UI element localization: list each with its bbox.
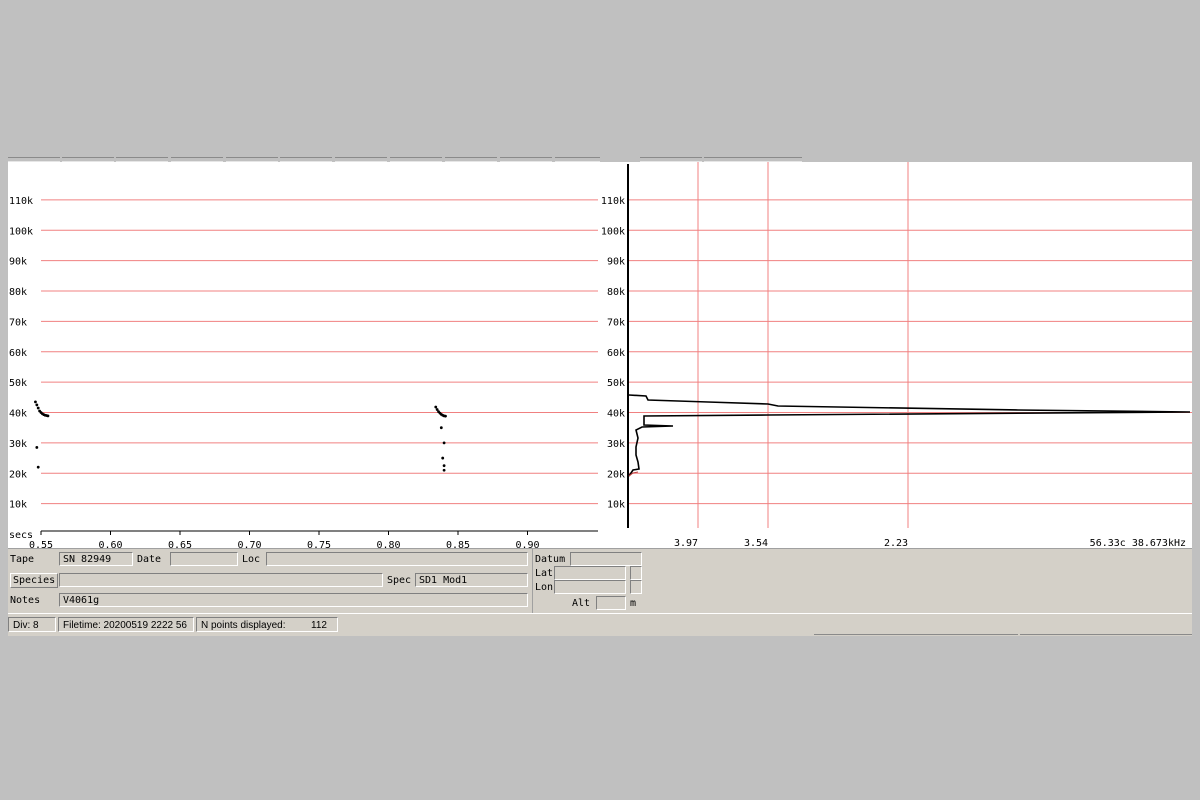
lat-hemisphere-field[interactable] [630,566,642,580]
plot-area[interactable]: 10k 20k 30k 40k 50k 60k 70k 80k 90k 100k 110k secs 0… [8,162,1192,548]
spectrum-y-tick-label: 90k [607,257,625,268]
plot-canvas[interactable]: 10k20k30k40k50k60k70k80k90k100k110ksecs0… [8,162,1192,548]
tf-call-point [35,403,39,407]
tf-x-tick-label: 0.55 [29,540,53,548]
spectrum-y-tick-label: 10k [607,500,625,511]
tf-y-tick-label: 90k [9,257,27,268]
tf-y-tick-label: 30k [9,439,27,450]
date-field[interactable] [170,552,238,566]
panel-divider [532,549,533,614]
species-button[interactable]: Species [10,573,59,588]
spectrum-y-tick-label: 50k [607,378,625,389]
npoints-value: 112 [311,620,327,631]
tf-call-point [439,426,443,430]
species-field[interactable] [59,573,383,587]
tf-y-tick-label: 110k [9,196,33,207]
tf-x-tick-label: 0.60 [98,540,122,548]
notes-field[interactable]: V4061g [59,593,528,607]
tf-x-tick-label: 0.75 [307,540,331,548]
analyzer-window: 10k 20k 30k 40k 50k 60k 70k 80k 90k 100k 110k secs 0… [8,157,1192,638]
status-filetime: Filetime: 20200519 2222 56 [58,617,194,632]
spectrum-y-tick-label: 30k [607,439,625,450]
status-npoints: N points displayed: 112 [196,617,338,632]
date-label: Date [137,554,162,565]
lon-label: Lon [535,582,554,593]
spectrum-y-tick-label: 60k [607,348,625,359]
spectrum-x-tick-label: 3.97 [674,538,698,548]
lon-hemisphere-field[interactable] [630,580,642,594]
spec-label: Spec [387,575,412,586]
tf-call-point [444,414,447,418]
spectrum-y-tick-label: 70k [607,317,625,328]
tf-x-tick-label: 0.85 [446,540,470,548]
tf-call-point [434,405,438,409]
lon-field[interactable] [554,580,626,594]
tf-y-tick-label: 60k [9,348,27,359]
tf-call-point [35,446,39,449]
spec-field[interactable]: SD1 Mod1 [415,573,528,587]
loc-field[interactable] [266,552,528,566]
spectrum-readout: 56.33c 38.673kHz [1090,538,1186,548]
datum-label: Datum [535,554,566,565]
tf-y-tick-label: 50k [9,378,27,389]
alt-label: Alt [572,598,591,609]
tf-call-point [442,464,446,468]
spectrum-y-tick-label: 80k [607,287,625,298]
alt-field[interactable] [596,596,626,610]
tf-y-tick-label: 20k [9,469,27,480]
tf-x-tick-label: 0.65 [168,540,192,548]
spectrum-y-tick-label: 20k [607,469,625,480]
spectrum-y-tick-label: 110k [601,196,625,207]
tf-call-point [442,468,446,472]
loc-label: Loc [242,554,261,565]
tf-y-tick-label: 10k [9,500,27,511]
alt-unit: m [630,598,637,609]
tf-call-point [34,400,37,404]
status-div: Div: 8 [8,617,56,632]
metadata-panel: Tape SN 82949 Date Loc Species Spec SD1 … [8,548,1192,614]
spectrum-x-tick-label: 2.23 [884,538,908,548]
lat-field[interactable] [554,566,626,580]
spectrum-x-tick-label: 3.54 [744,538,768,548]
tf-y-tick-label: 80k [9,287,27,298]
tf-call-point [46,414,50,418]
panel-tab-2[interactable] [1020,634,1192,638]
spectrum-y-tick-label: 40k [607,409,625,420]
notes-label: Notes [10,595,41,606]
tape-field[interactable]: SN 82949 [59,552,133,566]
tf-y-tick-label: 70k [9,317,27,328]
tf-x-tick-label: 0.90 [515,540,539,548]
tape-label: Tape [10,554,35,565]
tf-x-tick-label: 0.70 [237,540,261,548]
panel-tab-1[interactable] [814,634,1018,638]
spectrum-y-tick-label: 100k [601,226,625,237]
tf-call-point [441,456,445,460]
datum-field[interactable] [570,552,642,566]
tf-y-tick-label: 100k [9,226,33,237]
npoints-label: N points displayed: [201,620,286,631]
tf-call-point [36,465,40,469]
lat-label: Lat [535,568,554,579]
tf-call-point [442,441,446,445]
tf-y-tick-label: 40k [9,409,27,420]
spectrum-trace [628,394,1191,477]
tf-x-tick-label: 0.80 [376,540,400,548]
tf-call-point [36,406,40,410]
status-bar: Div: 8 Filetime: 20200519 2222 56 N poin… [8,613,1192,636]
